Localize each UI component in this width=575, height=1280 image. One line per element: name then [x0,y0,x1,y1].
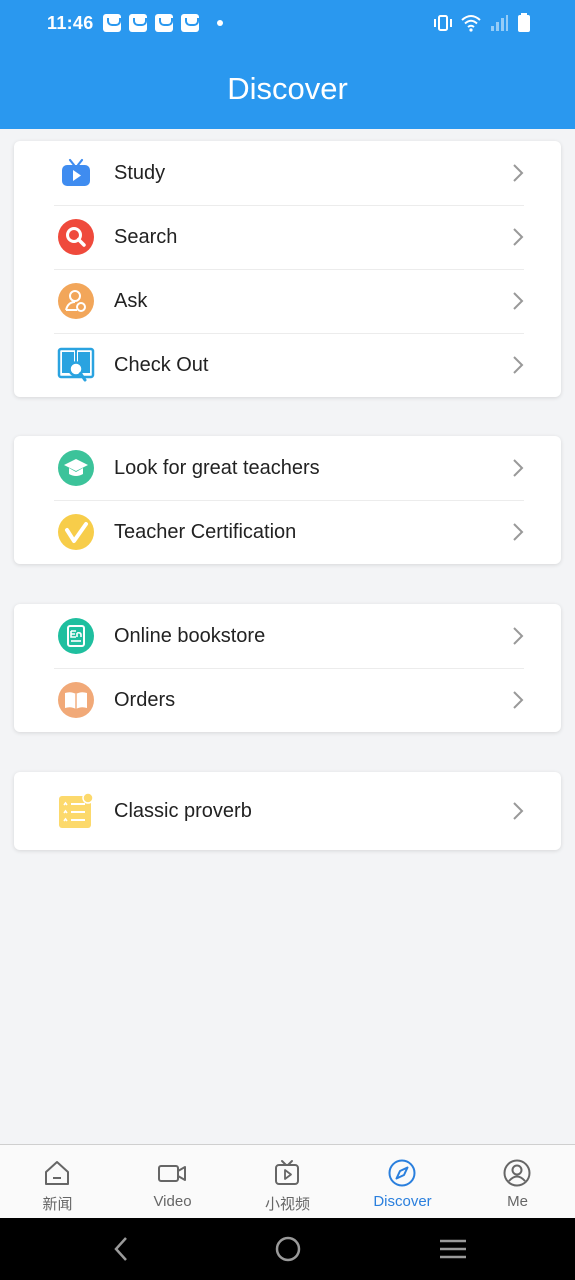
chevron-right-icon [513,691,524,709]
tab-short-video[interactable]: 小视频 [230,1145,345,1219]
tv-play-icon [62,158,90,186]
chevron-right-icon [513,356,524,374]
discover-group-1: Study Search Ask Check Out [14,141,561,397]
menu-item-search[interactable]: Search [14,205,561,269]
home-icon [45,1161,69,1185]
battery-icon [518,13,530,32]
menu-item-teacher-certification[interactable]: Teacher Certification [14,500,561,564]
tab-video[interactable]: Video [115,1145,230,1219]
tv-play-small-icon [275,1160,299,1185]
checkmark-badge-icon [58,514,94,550]
chevron-right-icon [513,459,524,477]
status-time: 11:46 [47,13,94,33]
vibrate-icon [434,15,452,31]
discover-group-2: Look for great teachers Teacher Certific… [14,436,561,564]
chevron-right-icon [513,164,524,182]
person-question-icon [58,283,94,319]
search-icon [58,219,94,255]
notification-icons [103,14,223,32]
menu-item-ask[interactable]: Ask [14,269,561,333]
menu-item-online-bookstore[interactable]: Online bookstore [14,604,561,668]
tab-label: Discover [373,1193,432,1210]
menu-item-label: Classic proverb [114,799,252,822]
page-title: Discover [227,71,348,106]
compass-icon [388,1159,416,1187]
home-button-icon[interactable] [274,1235,302,1263]
shopping-bag-icon [181,14,199,32]
tab-news[interactable]: 新闻 [0,1145,115,1219]
menu-item-classic-proverb[interactable]: Classic proverb [14,772,561,850]
back-icon[interactable] [108,1235,136,1263]
app-header: Discover [0,48,575,129]
tab-label: 小视频 [264,1196,310,1213]
open-book-icon [58,682,94,718]
menu-item-orders[interactable]: Orders [14,668,561,732]
bottom-navigation: 新闻 Video 小视频 Discover Me [0,1144,575,1218]
menu-item-look-for-teachers[interactable]: Look for great teachers [14,436,561,500]
signal-icon [491,15,508,31]
wifi-icon [461,15,481,32]
video-camera-icon [158,1165,186,1182]
chevron-right-icon [513,228,524,246]
discover-group-3: Online bookstore Orders [14,604,561,732]
menu-item-label: Teacher Certification [114,520,297,543]
menu-item-label: Orders [114,688,176,711]
tab-me[interactable]: Me [460,1145,575,1219]
chevron-right-icon [513,523,524,541]
list-star-icon [59,792,94,828]
book-magnifier-icon [57,347,95,382]
tab-label: 新闻 [42,1196,73,1213]
menu-item-label: Study [114,161,166,184]
menu-item-label: Look for great teachers [114,456,320,479]
menu-item-label: Search [114,225,178,248]
more-notifications-dot-icon [217,20,223,26]
menu-item-label: Ask [114,289,148,312]
user-circle-icon [503,1159,531,1187]
discover-group-4: Classic proverb [14,772,561,850]
system-icons [433,13,531,33]
chevron-right-icon [513,627,524,645]
menu-icon[interactable] [439,1235,467,1263]
menu-item-check-out[interactable]: Check Out [14,333,561,397]
chevron-right-icon [513,292,524,310]
english-book-icon [58,618,94,654]
tab-label: Video [153,1193,192,1210]
shopping-bag-icon [103,14,121,32]
menu-item-study[interactable]: Study [14,141,561,205]
system-navigation-bar [0,1218,575,1280]
chevron-right-icon [513,802,524,820]
shopping-bag-icon [155,14,173,32]
shopping-bag-icon [129,14,147,32]
graduation-cap-icon [58,450,94,486]
tab-label: Me [507,1193,528,1210]
menu-item-label: Check Out [114,353,209,376]
menu-item-label: Online bookstore [114,624,266,647]
tab-discover[interactable]: Discover [345,1145,460,1219]
status-bar: 11:46 [0,0,575,48]
